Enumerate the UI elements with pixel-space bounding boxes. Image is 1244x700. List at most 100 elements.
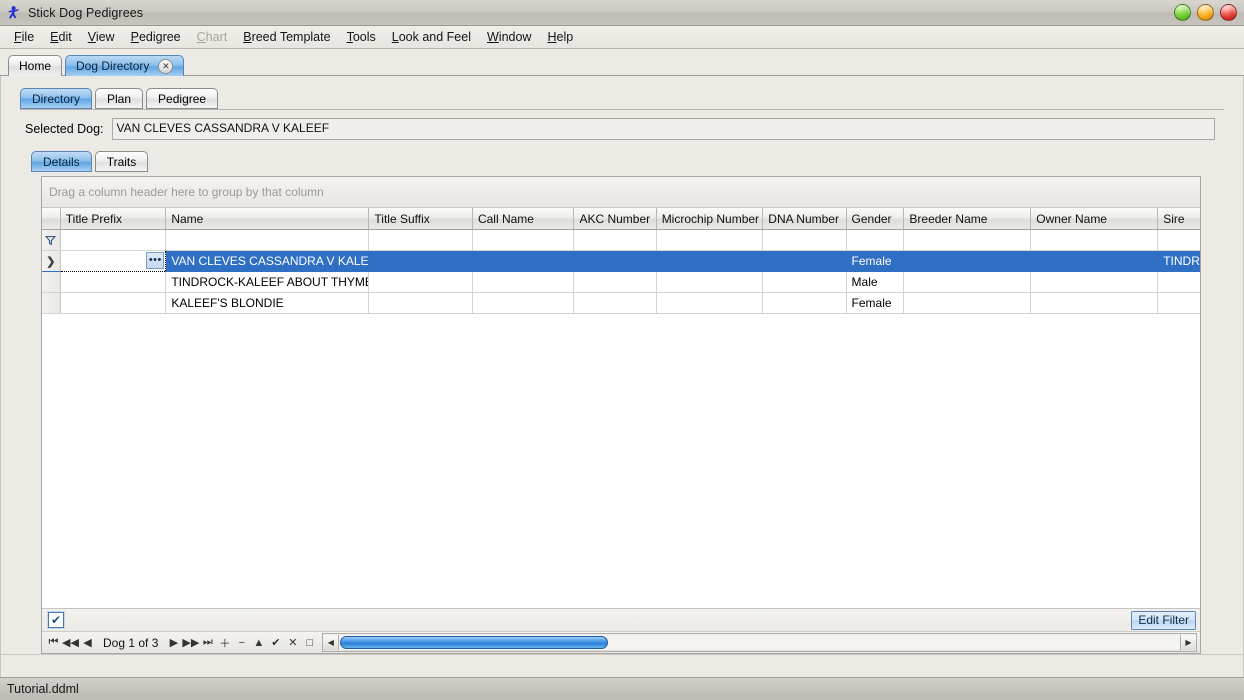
view-tab-directory[interactable]: Directory: [20, 88, 92, 109]
prev-record-button[interactable]: ◀: [79, 633, 96, 652]
cell-name[interactable]: TINDROCK-KALEEF ABOUT THYME: [166, 272, 369, 293]
cell-gender[interactable]: Female: [846, 293, 904, 314]
menu-help[interactable]: Help: [539, 28, 581, 46]
column-header-sire[interactable]: Sire: [1158, 208, 1200, 230]
menu-look-and-feel[interactable]: Look and Feel: [384, 28, 479, 46]
selected-dog-field[interactable]: VAN CLEVES CASSANDRA V KALEEF: [112, 118, 1215, 140]
column-header-breeder-name[interactable]: Breeder Name: [904, 208, 1031, 230]
cell-owner-name[interactable]: [1031, 293, 1158, 314]
cell-microchip-number[interactable]: [656, 293, 763, 314]
filter-cell-gender[interactable]: [846, 230, 904, 251]
stop-button[interactable]: □: [301, 633, 318, 652]
cell-name[interactable]: VAN CLEVES CASSANDRA V KALEEF: [166, 251, 369, 272]
filter-enabled-checkbox[interactable]: ✔: [48, 612, 64, 628]
horizontal-scrollbar[interactable]: ◀▶: [322, 633, 1197, 652]
column-header-dna-number[interactable]: DNA Number: [763, 208, 846, 230]
cell-title-suffix[interactable]: [369, 293, 473, 314]
next-page-button[interactable]: ▶▶: [182, 633, 199, 652]
cell-akc-number[interactable]: [574, 251, 656, 272]
cell-title-prefix[interactable]: [60, 293, 166, 314]
document-tab-home[interactable]: Home: [8, 55, 62, 76]
first-record-button[interactable]: ⏮: [45, 633, 62, 652]
edit-filter-button[interactable]: Edit Filter: [1131, 611, 1196, 630]
cell-sire[interactable]: [1158, 272, 1200, 293]
cell-microchip-number[interactable]: [656, 251, 763, 272]
cell-breeder-name[interactable]: [904, 251, 1031, 272]
cancel-edit-button[interactable]: ✕: [284, 633, 301, 652]
close-button[interactable]: [1220, 4, 1237, 21]
scrollbar-track[interactable]: [339, 635, 1180, 650]
edit-record-button[interactable]: ▲: [250, 633, 267, 652]
delete-record-button[interactable]: −: [233, 633, 250, 652]
menu-edit[interactable]: Edit: [42, 28, 80, 46]
cell-call-name[interactable]: [472, 251, 574, 272]
filter-cell-breeder-name[interactable]: [904, 230, 1031, 251]
filter-cell-microchip-number[interactable]: [656, 230, 763, 251]
filter-cell-dna-number[interactable]: [763, 230, 846, 251]
column-header-gender[interactable]: Gender: [846, 208, 904, 230]
column-header-name[interactable]: Name: [166, 208, 369, 230]
cell-breeder-name[interactable]: [904, 293, 1031, 314]
cell-title-suffix[interactable]: [369, 272, 473, 293]
table-row[interactable]: ❯•••VAN CLEVES CASSANDRA V KALEEFFemaleT…: [42, 251, 1200, 272]
cell-dna-number[interactable]: [763, 293, 846, 314]
next-record-button[interactable]: ▶: [165, 633, 182, 652]
view-tab-plan[interactable]: Plan: [95, 88, 143, 109]
group-by-drop-area[interactable]: Drag a column header here to group by th…: [42, 177, 1200, 208]
cell-breeder-name[interactable]: [904, 272, 1031, 293]
prev-page-button[interactable]: ◀◀: [62, 633, 79, 652]
cell-sire[interactable]: TINDROCK-KALEEF: [1158, 251, 1200, 272]
cell-dna-number[interactable]: [763, 272, 846, 293]
column-header-call-name[interactable]: Call Name: [472, 208, 574, 230]
filter-cell-title-suffix[interactable]: [369, 230, 473, 251]
grid-scroll-region[interactable]: Title PrefixNameTitle SuffixCall NameAKC…: [42, 208, 1200, 608]
filter-cell-sire[interactable]: [1158, 230, 1200, 251]
table-row[interactable]: KALEEF'S BLONDIEFemale: [42, 293, 1200, 314]
scrollbar-thumb[interactable]: [340, 636, 608, 649]
filter-cell-name[interactable]: [166, 230, 369, 251]
cell-owner-name[interactable]: [1031, 251, 1158, 272]
close-icon[interactable]: ✕: [158, 59, 173, 74]
filter-cell-owner-name[interactable]: [1031, 230, 1158, 251]
column-header-microchip-number[interactable]: Microchip Number: [656, 208, 763, 230]
cell-gender[interactable]: Male: [846, 272, 904, 293]
post-edit-button[interactable]: ✔: [267, 633, 284, 652]
cell-microchip-number[interactable]: [656, 272, 763, 293]
add-record-button[interactable]: ＋: [216, 633, 233, 652]
cell-call-name[interactable]: [472, 293, 574, 314]
cell-call-name[interactable]: [472, 272, 574, 293]
menu-breed-template[interactable]: Breed Template: [235, 28, 338, 46]
minimize-button[interactable]: [1174, 4, 1191, 21]
filter-cell-call-name[interactable]: [472, 230, 574, 251]
document-tab-dog-directory[interactable]: Dog Directory✕: [65, 55, 184, 76]
column-header-title-suffix[interactable]: Title Suffix: [369, 208, 473, 230]
scroll-right-button[interactable]: ▶: [1180, 635, 1196, 650]
menu-pedigree[interactable]: Pedigree: [123, 28, 189, 46]
column-header-akc-number[interactable]: AKC Number: [574, 208, 656, 230]
cell-owner-name[interactable]: [1031, 272, 1158, 293]
column-header-owner-name[interactable]: Owner Name: [1031, 208, 1158, 230]
cell-gender[interactable]: Female: [846, 251, 904, 272]
filter-cell-akc-number[interactable]: [574, 230, 656, 251]
details-tab-traits[interactable]: Traits: [95, 151, 149, 172]
cell-dna-number[interactable]: [763, 251, 846, 272]
cell-title-prefix[interactable]: [60, 272, 166, 293]
menu-view[interactable]: View: [80, 28, 123, 46]
menu-window[interactable]: Window: [479, 28, 539, 46]
menu-file[interactable]: File: [6, 28, 42, 46]
cell-title-prefix[interactable]: •••: [60, 251, 166, 272]
column-header-title-prefix[interactable]: Title Prefix: [60, 208, 166, 230]
cell-ellipsis-button[interactable]: •••: [146, 252, 164, 269]
details-tab-details[interactable]: Details: [31, 151, 92, 172]
scroll-left-button[interactable]: ◀: [323, 635, 339, 650]
last-record-button[interactable]: ⏭: [199, 633, 216, 652]
filter-row[interactable]: [42, 230, 1200, 251]
cell-title-suffix[interactable]: [369, 251, 473, 272]
cell-akc-number[interactable]: [574, 272, 656, 293]
filter-cell-title-prefix[interactable]: [60, 230, 166, 251]
table-row[interactable]: TINDROCK-KALEEF ABOUT THYME Male: [42, 272, 1200, 293]
menu-tools[interactable]: Tools: [339, 28, 384, 46]
view-tab-pedigree[interactable]: Pedigree: [146, 88, 218, 109]
maximize-button[interactable]: [1197, 4, 1214, 21]
filter-funnel-icon[interactable]: [42, 230, 60, 251]
